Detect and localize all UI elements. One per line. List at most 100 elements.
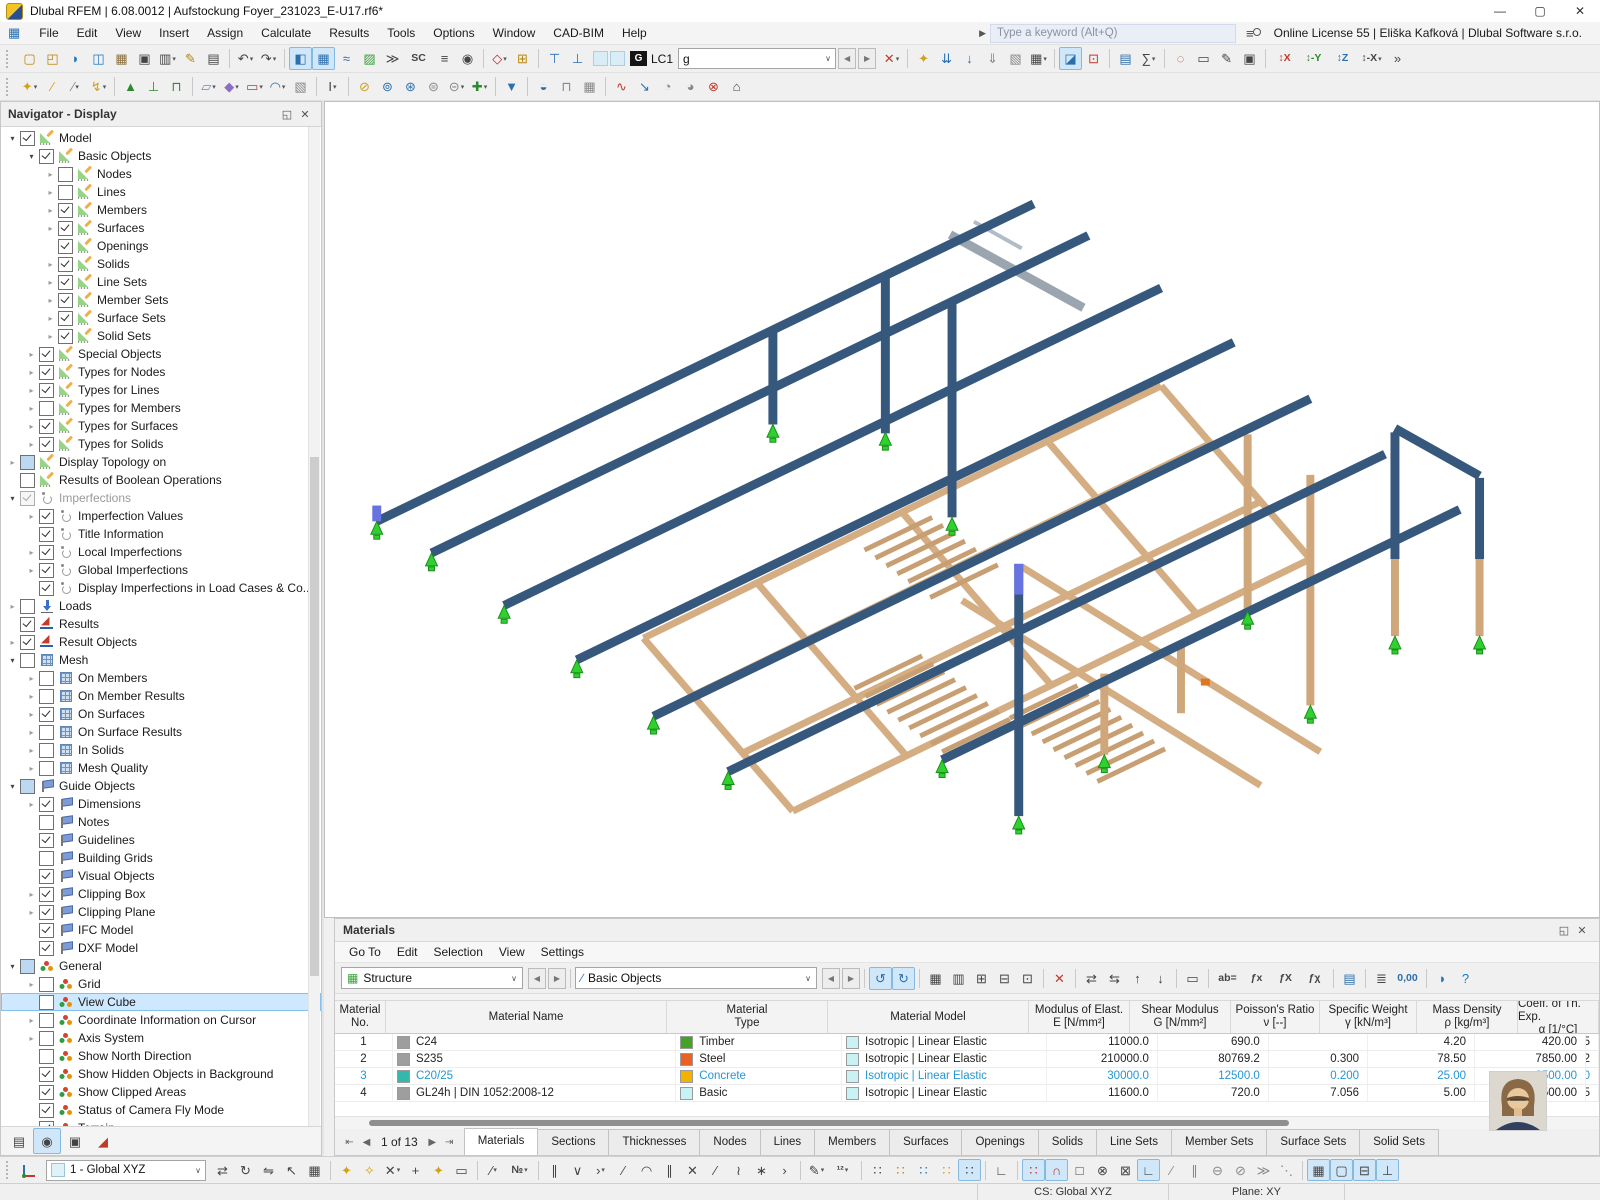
layers-icon[interactable]: ⊟	[1353, 1159, 1376, 1181]
snap-cross-icon[interactable]: ✕▾	[381, 1159, 404, 1181]
cell-no[interactable]: 4	[335, 1085, 393, 1101]
cell-name[interactable]: C24	[393, 1034, 676, 1050]
tree-expander[interactable]: ▸	[43, 332, 58, 341]
formula-manager-icon[interactable]: ƒχ	[1300, 967, 1329, 990]
tree-item-show-north-direction[interactable]: Show North Direction	[1, 1047, 321, 1065]
material-row-3[interactable]: 3C20/25ConcreteIsotropic | Linear Elasti…	[335, 1068, 1599, 1085]
tree-checkbox[interactable]	[39, 383, 54, 398]
tree-expander[interactable]: ▸	[24, 440, 39, 449]
tree-item-surfaces[interactable]: ▸Surfaces	[1, 219, 321, 237]
row-insert-icon[interactable]: ⇄	[1080, 967, 1103, 990]
decimal-places-icon[interactable]: 0,00	[1393, 967, 1422, 990]
tree-item-results-of-boolean-operations[interactable]: Results of Boolean Operations	[1, 471, 321, 489]
tree-checkbox[interactable]	[20, 473, 35, 488]
tree-checkbox[interactable]	[39, 833, 54, 848]
tree-checkbox[interactable]	[58, 203, 73, 218]
table-print-icon[interactable]: ▥	[947, 967, 970, 990]
menu-assign[interactable]: Assign	[198, 22, 252, 44]
tree-expander[interactable]: ▸	[43, 260, 58, 269]
move-copy-icon[interactable]: ⇄	[211, 1159, 234, 1181]
cell-gamma[interactable]: 4.20	[1368, 1034, 1475, 1050]
line-mode-icon[interactable]: ∕	[612, 1159, 635, 1181]
surface-support-icon[interactable]: ⊓	[165, 75, 188, 98]
snap-grid-icon[interactable]: ∷	[1022, 1159, 1045, 1181]
background-grid-icon[interactable]: ▦	[1307, 1159, 1330, 1181]
home-view-icon[interactable]: ⌂	[725, 75, 748, 98]
cell-type[interactable]: Timber	[676, 1034, 842, 1050]
network-project-icon[interactable]: ◫	[87, 47, 110, 70]
tree-item-line-sets[interactable]: ▸Line Sets	[1, 273, 321, 291]
polyline-mode-icon[interactable]: ›▾	[589, 1159, 612, 1181]
tree-expander[interactable]: ▾	[5, 962, 20, 971]
result-beam-icon[interactable]: ∿	[610, 75, 633, 98]
snap-ortho-icon[interactable]: ∟	[1137, 1159, 1160, 1181]
view-z-icon[interactable]: ↕Z	[1328, 47, 1357, 70]
tree-item-lines[interactable]: ▸Lines	[1, 183, 321, 201]
tree-item-view-cube[interactable]: View Cube	[1, 993, 321, 1011]
tree-item-guidelines[interactable]: Guidelines	[1, 831, 321, 849]
viewport-3d[interactable]	[324, 101, 1600, 918]
snap-star-icon[interactable]: ✦	[427, 1159, 450, 1181]
grid-new-icon[interactable]: ∷	[935, 1159, 958, 1181]
tree-checkbox[interactable]	[20, 131, 35, 146]
menu-view[interactable]: View	[106, 22, 150, 44]
tree-expander[interactable]: ▸	[43, 206, 58, 215]
cell-no[interactable]: 3	[335, 1068, 393, 1084]
tree-item-basic-objects[interactable]: ▾Basic Objects	[1, 147, 321, 165]
cell-gamma[interactable]: 5.00	[1368, 1085, 1475, 1101]
cell-model[interactable]: Isotropic | Linear Elastic	[842, 1051, 1047, 1067]
mirror-icon[interactable]: ⇋	[257, 1159, 280, 1181]
snap-box-icon[interactable]: ⊠	[1114, 1159, 1137, 1181]
tree-item-loads[interactable]: ▸Loads	[1, 597, 321, 615]
cell-alpha[interactable]: 0.000005	[1586, 1034, 1599, 1050]
formula-edit-icon[interactable]: ƒX	[1271, 967, 1300, 990]
tree-checkbox[interactable]	[39, 905, 54, 920]
units-settings-icon[interactable]: ab=	[1213, 967, 1242, 990]
zoom-region-icon[interactable]: ▭	[1192, 47, 1215, 70]
angle-lines-icon[interactable]: ∨	[566, 1159, 589, 1181]
cell-alpha[interactable]: 0.000010	[1586, 1068, 1599, 1084]
model-archive-icon[interactable]: ▦	[110, 47, 133, 70]
tree-item-types-for-members[interactable]: ▸Types for Members	[1, 399, 321, 417]
materials-float-button[interactable]: ◱	[1555, 924, 1573, 937]
tree-expander[interactable]: ▸	[43, 170, 58, 179]
snap-plus-icon[interactable]: +	[404, 1159, 427, 1181]
toolbar-drag-handle[interactable]	[6, 78, 13, 96]
tree-checkbox[interactable]	[39, 707, 54, 722]
tree-item-dimensions[interactable]: ▸Dimensions	[1, 795, 321, 813]
cell-type[interactable]: Concrete	[676, 1068, 842, 1084]
cell-g[interactable]: 720.0	[1158, 1085, 1269, 1101]
rotate-icon[interactable]: ↻	[234, 1159, 257, 1181]
navigator-results-icon[interactable]: ◢	[89, 1128, 117, 1154]
grid-values-icon[interactable]: ▦▾	[1027, 47, 1050, 70]
tree-checkbox[interactable]	[39, 1049, 54, 1064]
redo-icon[interactable]: ↷▾	[257, 47, 280, 70]
member-division-icon[interactable]: ✚▾	[468, 75, 491, 98]
tree-item-axis-system[interactable]: ▸Axis System	[1, 1029, 321, 1047]
menu-insert[interactable]: Insert	[150, 22, 198, 44]
tree-expander[interactable]: ▸	[24, 404, 39, 413]
next-page-button[interactable]: ▶	[424, 1137, 441, 1148]
tree-checkbox[interactable]	[39, 689, 54, 704]
load-case-combo[interactable]: g ∨	[678, 48, 836, 69]
cell-no[interactable]: 1	[335, 1034, 393, 1050]
print-icon[interactable]: ▥▾	[156, 47, 179, 70]
menu-edit[interactable]: Edit	[68, 22, 107, 44]
tree-checkbox[interactable]	[39, 869, 54, 884]
tree-checkbox[interactable]	[39, 1103, 54, 1118]
tree-item-surface-sets[interactable]: ▸Surface Sets	[1, 309, 321, 327]
pin-objects-icon[interactable]: ⊥	[1376, 1159, 1399, 1181]
tree-item-imperfection-values[interactable]: ▸Imperfection Values	[1, 507, 321, 525]
tree-checkbox[interactable]	[39, 797, 54, 812]
tree-expander[interactable]: ▸	[43, 296, 58, 305]
work-plane-icon[interactable]: ∟	[990, 1159, 1013, 1181]
tree-checkbox[interactable]	[39, 401, 54, 416]
tree-item-building-grids[interactable]: Building Grids	[1, 849, 321, 867]
snap-line-icon[interactable]: ∕	[1160, 1159, 1183, 1181]
dlubal-connect-icon[interactable]: ◗	[64, 47, 87, 70]
tree-checkbox[interactable]	[39, 941, 54, 956]
maximize-button[interactable]: ▢	[1520, 0, 1560, 22]
copy-selection-icon[interactable]: ▣	[1238, 47, 1261, 70]
view-y-icon[interactable]: ↕-Y	[1299, 47, 1328, 70]
menu-tools[interactable]: Tools	[378, 22, 424, 44]
